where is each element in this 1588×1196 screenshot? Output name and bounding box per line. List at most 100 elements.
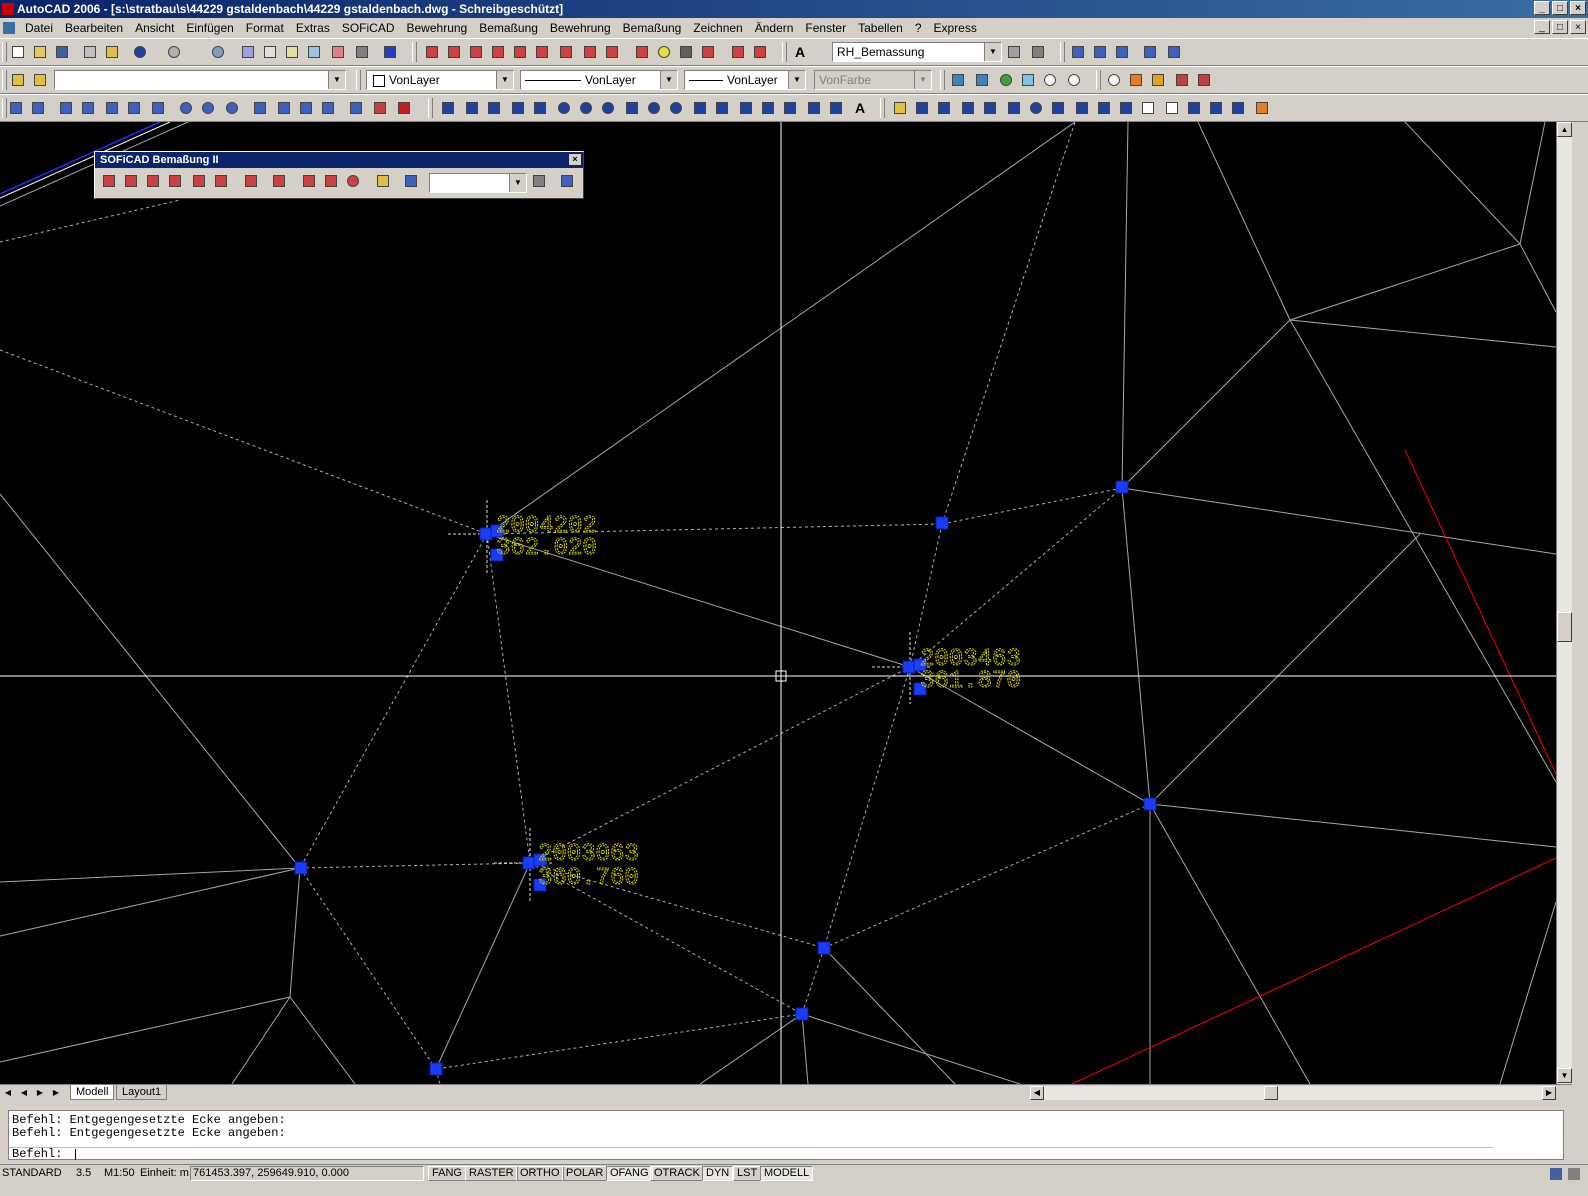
menu-datei[interactable]: Datei (19, 18, 59, 38)
break-icon[interactable] (1164, 100, 1180, 116)
help-icon-4[interactable] (1106, 72, 1122, 88)
ellipse-arc-icon[interactable] (668, 100, 684, 116)
horizontal-scroll-thumb[interactable] (1264, 1086, 1278, 1100)
osnap-node-icon[interactable] (320, 100, 336, 116)
dim-baseline-icon[interactable] (145, 173, 161, 189)
osnap-parallel-icon[interactable] (276, 100, 292, 116)
trim-icon[interactable] (1096, 100, 1112, 116)
insert-block-icon[interactable] (692, 100, 708, 116)
vertical-scrollbar[interactable]: ▲ ▼ (1556, 122, 1572, 1084)
dim-linear-icon[interactable] (101, 173, 117, 189)
hatch-icon[interactable] (760, 100, 776, 116)
menu-bemassung-2[interactable]: Bemaßung (617, 18, 688, 38)
soficad-toolbar-title[interactable]: SOFiCAD Bemaßung II × (95, 152, 583, 168)
comm-center-icon[interactable] (1550, 1168, 1562, 1180)
tools-icon-2[interactable] (1196, 72, 1212, 88)
soficad-dimension-toolbar[interactable]: SOFiCAD Bemaßung II × ▼ (94, 151, 584, 199)
soficad-point-icon[interactable] (468, 44, 484, 60)
chamfer-icon[interactable] (1208, 100, 1224, 116)
color-select[interactable]: VonLayer ▼ (366, 70, 514, 90)
polygon-icon[interactable] (510, 100, 526, 116)
model-space[interactable]: 2004202 362.020 2003463 361.870 2003063 … (0, 122, 1556, 1084)
coordinate-readout[interactable]: 761453.397, 259649.910, 0.000 (190, 1166, 424, 1181)
scroll-right-button[interactable]: ▶ (1542, 1086, 1556, 1100)
menu-express[interactable]: Express (928, 18, 983, 38)
open-file-icon[interactable] (32, 44, 48, 60)
pyramid-icon[interactable] (1150, 72, 1166, 88)
soficad-stack-icon[interactable] (558, 44, 574, 60)
scroll-up-button[interactable]: ▲ (1557, 122, 1572, 137)
ucs-icon-1[interactable] (950, 72, 966, 88)
snap-toggle[interactable]: FANG (428, 1166, 466, 1181)
osnap-midpoint-icon[interactable] (58, 100, 74, 116)
fillet-icon[interactable] (1230, 100, 1246, 116)
soficad-dim-select[interactable]: ▼ (429, 173, 527, 193)
menu-help[interactable]: ? (909, 18, 928, 38)
layer-select[interactable]: ▼ (54, 70, 346, 90)
osnap-quadrant-icon[interactable] (200, 100, 216, 116)
dim-elevation-icon[interactable] (271, 173, 287, 189)
arc-icon[interactable] (556, 100, 572, 116)
region-icon[interactable] (806, 100, 822, 116)
tab-first-button[interactable]: ◀ (2, 1086, 14, 1099)
multiline-text-icon[interactable]: A (852, 100, 868, 116)
layer-manager-icon[interactable] (10, 72, 26, 88)
pin-icon[interactable] (678, 44, 694, 60)
menu-ansicht[interactable]: Ansicht (129, 18, 180, 38)
grid-toggle[interactable]: RASTER (465, 1166, 518, 1181)
rectangle-icon[interactable] (532, 100, 548, 116)
calculator-icon[interactable] (354, 44, 370, 60)
tab-last-button[interactable]: ▶ (50, 1086, 62, 1099)
document-icon[interactable] (3, 22, 15, 34)
command-input[interactable]: Befehl: (9, 1147, 1493, 1161)
dim-chain-icon[interactable] (123, 173, 139, 189)
gradient-icon[interactable] (782, 100, 798, 116)
menu-extras[interactable]: Extras (290, 18, 336, 38)
menu-soficad[interactable]: SOFiCAD (336, 18, 401, 38)
soficad-dim-icon[interactable] (424, 44, 440, 60)
dim-frame-icon[interactable] (559, 173, 575, 189)
menu-fenster[interactable]: Fenster (799, 18, 852, 38)
dyn-toggle[interactable]: DYN (702, 1166, 734, 1181)
osnap-none-icon[interactable] (372, 100, 388, 116)
design-center-icon[interactable] (240, 44, 256, 60)
ellipse-icon[interactable] (646, 100, 662, 116)
erase-icon[interactable] (892, 100, 908, 116)
lineweight-toggle[interactable]: LST (733, 1166, 762, 1181)
markup-icon[interactable] (330, 44, 346, 60)
stretch-icon[interactable] (1074, 100, 1090, 116)
cone-icon[interactable] (1128, 72, 1144, 88)
mirror-icon[interactable] (936, 100, 952, 116)
plot-icon[interactable] (82, 44, 98, 60)
menu-bemassung[interactable]: Bemaßung (473, 18, 544, 38)
drawing-canvas[interactable]: 2004202 362.020 2003463 361.870 2003063 … (0, 122, 1556, 1084)
osnap-endpoint-icon[interactable] (8, 100, 24, 116)
doc-restore-button[interactable]: □ (1552, 20, 1568, 34)
grip-points[interactable] (294, 480, 1157, 1076)
horizontal-scrollbar[interactable]: ◀ ▶ (1030, 1086, 1556, 1100)
vertical-scroll-thumb[interactable] (1557, 612, 1572, 642)
copy-icon[interactable] (914, 100, 930, 116)
osnap-line-icon[interactable] (80, 100, 96, 116)
dimstyle-manager-icon[interactable] (1006, 44, 1022, 60)
layout-icon-1[interactable] (1070, 44, 1086, 60)
break-at-point-icon[interactable] (1140, 100, 1156, 116)
join-icon[interactable] (1186, 100, 1202, 116)
render-icon[interactable] (998, 72, 1014, 88)
menu-bearbeiten[interactable]: Bearbeiten (59, 18, 129, 38)
soficad-mark-icon[interactable] (752, 44, 768, 60)
doc-close-button[interactable]: × (1570, 20, 1586, 34)
lightbulb-icon[interactable] (656, 44, 672, 60)
layout-icon-3[interactable] (1114, 44, 1130, 60)
command-window[interactable]: Befehl: Entgegengesetzte Ecke angeben: B… (8, 1110, 1564, 1161)
text-style-icon[interactable]: A (792, 44, 808, 60)
tab-model[interactable]: Modell (70, 1085, 115, 1100)
tool-palettes-icon[interactable] (284, 44, 300, 60)
dimstyle-select[interactable]: RH_Bemassung ▼ (832, 42, 1002, 62)
properties-icon[interactable] (262, 44, 278, 60)
menu-zeichnen[interactable]: Zeichnen (687, 18, 748, 38)
soficad-edit-icon[interactable] (730, 44, 746, 60)
construction-line-icon[interactable] (464, 100, 480, 116)
osnap-intersection-icon[interactable] (104, 100, 120, 116)
close-button[interactable]: × (1570, 1, 1586, 15)
